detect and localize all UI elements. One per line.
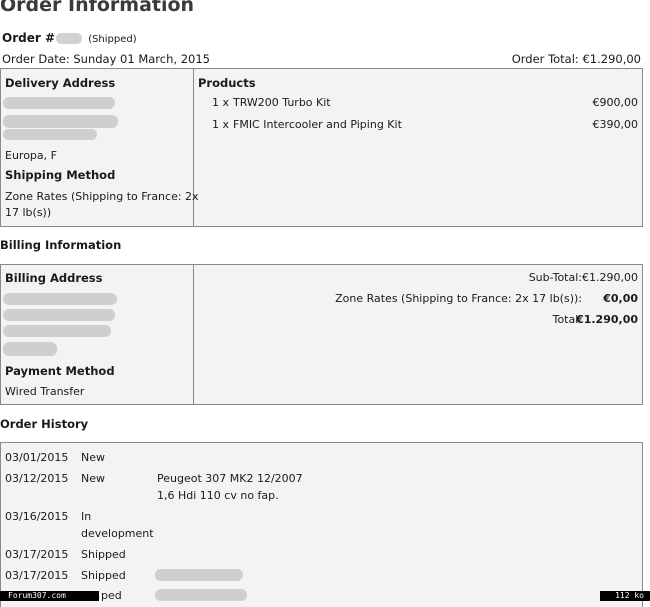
delivery-address-heading: Delivery Address <box>5 76 116 90</box>
panel-divider <box>193 265 194 404</box>
order-history-title: Order History <box>0 417 89 431</box>
history-date: 03/16/2015 <box>5 510 69 523</box>
history-status: ped <box>101 589 122 602</box>
total-value: €1.290,00 <box>576 313 638 326</box>
billing-section-title: Billing Information <box>0 238 122 252</box>
redacted-name <box>3 293 117 305</box>
shipping-value: €0,00 <box>603 292 638 305</box>
site-watermark: Forum307.com <box>0 591 99 601</box>
file-size-badge: 112 ko <box>600 591 650 601</box>
payment-method: Wired Transfer <box>5 385 85 398</box>
subtotal-label: Sub-Total: <box>528 271 582 284</box>
shipping-label: Zone Rates (Shipping to France: 2x 17 lb… <box>335 292 582 305</box>
history-date: 03/01/2015 <box>5 451 69 464</box>
history-date: 03/12/2015 <box>5 472 69 485</box>
product-2-name: FMIC Intercooler and Piping Kit <box>233 118 402 131</box>
shipping-method-line1: Zone Rates (Shipping to France: 2x <box>5 190 199 203</box>
product-2-qty: 1 x <box>212 118 230 131</box>
history-comment: Peugeot 307 MK2 12/2007 <box>157 472 303 485</box>
payment-method-heading: Payment Method <box>5 364 115 378</box>
subtotal-value: €1.290,00 <box>582 271 638 284</box>
redacted-tracking <box>155 589 247 601</box>
product-1-price: €900,00 <box>592 96 639 109</box>
history-status: New <box>81 472 105 485</box>
redacted-street <box>3 309 115 321</box>
history-date: 03/17/2015 <box>5 569 69 582</box>
order-history-panel: 03/01/2015 New 03/12/2015 New Peugeot 30… <box>0 442 643 607</box>
billing-panel: Billing Address Payment Method Wired Tra… <box>0 264 643 405</box>
history-status: Shipped <box>81 569 126 582</box>
order-status: (Shipped) <box>88 34 137 45</box>
shipping-method-heading: Shipping Method <box>5 168 116 182</box>
redacted-street <box>3 115 118 128</box>
redacted-city <box>3 325 111 337</box>
product-1-name: TRW200 Turbo Kit <box>233 96 331 109</box>
order-total: Order Total: €1.290,00 <box>511 52 641 66</box>
history-status-line2: development <box>81 527 154 540</box>
products-heading: Products <box>198 76 256 90</box>
history-date: 03/17/2015 <box>5 548 69 561</box>
history-status: Shipped <box>81 548 126 561</box>
history-status: In <box>81 510 92 523</box>
order-number: Order # (Shipped) <box>2 31 137 45</box>
billing-address-heading: Billing Address <box>5 271 103 285</box>
order-date: Order Date: Sunday 01 March, 2015 <box>2 52 210 66</box>
redacted-postcode <box>3 129 97 140</box>
redacted-name <box>3 97 115 109</box>
shipping-method-line2: 17 lb(s)) <box>5 206 52 219</box>
product-2-price: €390,00 <box>592 118 639 131</box>
history-comment-line2: 1,6 Hdi 110 cv no fap. <box>157 489 279 502</box>
redacted-country <box>3 342 57 356</box>
product-1-qty: 1 x <box>212 96 230 109</box>
redacted-order-number <box>56 33 82 44</box>
order-number-label: Order # <box>2 31 55 45</box>
page-title: Order Information <box>0 0 195 16</box>
delivery-products-panel: Delivery Address Europa, F Shipping Meth… <box>0 68 643 227</box>
delivery-city: Europa, F <box>5 149 57 162</box>
redacted-tracking <box>155 569 243 581</box>
history-status: New <box>81 451 105 464</box>
